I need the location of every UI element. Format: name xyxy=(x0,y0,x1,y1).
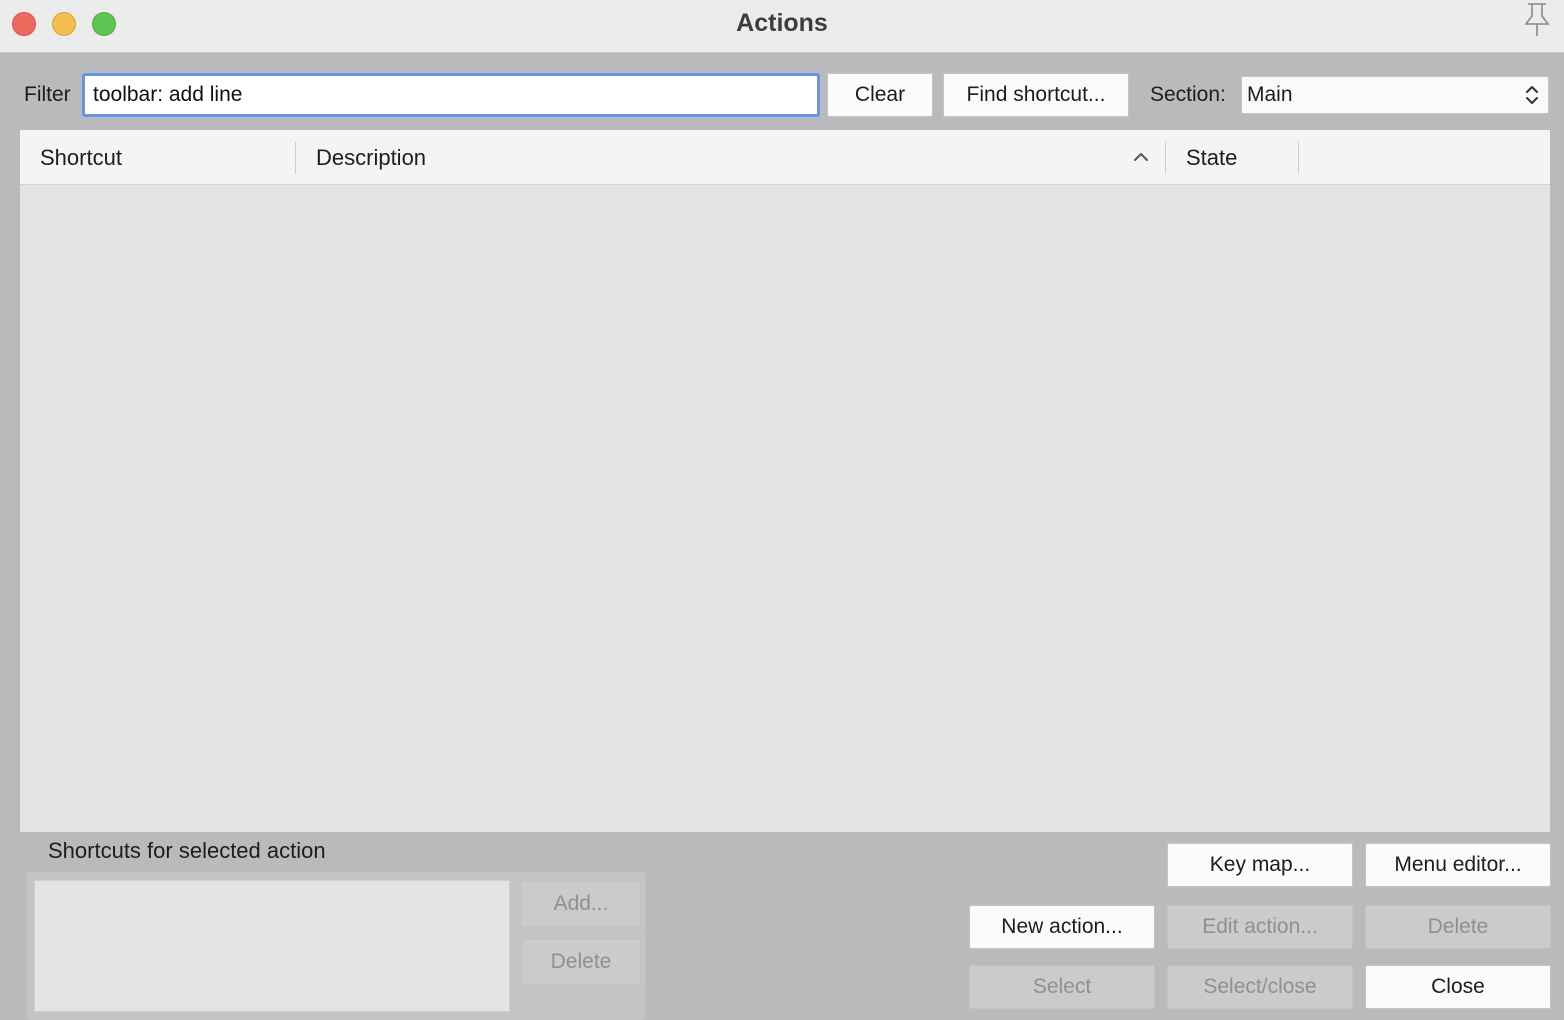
section-label: Section: xyxy=(1150,83,1226,106)
column-header-shortcut[interactable]: Shortcut xyxy=(40,130,122,184)
section-select-value: Main xyxy=(1247,83,1293,106)
find-shortcut-button[interactable]: Find shortcut... xyxy=(943,73,1129,117)
title-bar: Actions xyxy=(0,0,1564,53)
actions-table[interactable]: Shortcut Description State xyxy=(20,130,1550,832)
sort-ascending-icon xyxy=(1134,153,1148,161)
window-title: Actions xyxy=(736,9,828,37)
shortcuts-list[interactable] xyxy=(34,880,510,1012)
pin-icon[interactable] xyxy=(1520,0,1554,40)
filter-input[interactable]: toolbar: add line xyxy=(82,73,820,117)
clear-button[interactable]: Clear xyxy=(827,73,933,117)
select-button[interactable]: Select xyxy=(969,965,1155,1009)
delete-shortcut-button[interactable]: Delete xyxy=(521,939,641,985)
chevron-up-down-icon xyxy=(1526,86,1538,104)
add-shortcut-button[interactable]: Add... xyxy=(521,881,641,927)
shortcuts-panel-label: Shortcuts for selected action xyxy=(48,838,326,863)
column-header-description[interactable]: Description xyxy=(316,130,426,184)
new-action-button[interactable]: New action... xyxy=(969,905,1155,949)
table-header: Shortcut Description State xyxy=(20,130,1550,185)
column-divider[interactable] xyxy=(1165,142,1166,174)
menu-editor-button[interactable]: Menu editor... xyxy=(1365,843,1551,887)
column-divider[interactable] xyxy=(295,142,296,174)
key-map-button[interactable]: Key map... xyxy=(1167,843,1353,887)
column-header-state[interactable]: State xyxy=(1186,130,1237,184)
section-select[interactable]: Main xyxy=(1241,76,1549,114)
column-divider[interactable] xyxy=(1298,142,1299,174)
close-button[interactable]: Close xyxy=(1365,965,1551,1009)
filter-label: Filter xyxy=(24,83,71,106)
delete-action-button[interactable]: Delete xyxy=(1365,905,1551,949)
edit-action-button[interactable]: Edit action... xyxy=(1167,905,1353,949)
select-close-button[interactable]: Select/close xyxy=(1167,965,1353,1009)
